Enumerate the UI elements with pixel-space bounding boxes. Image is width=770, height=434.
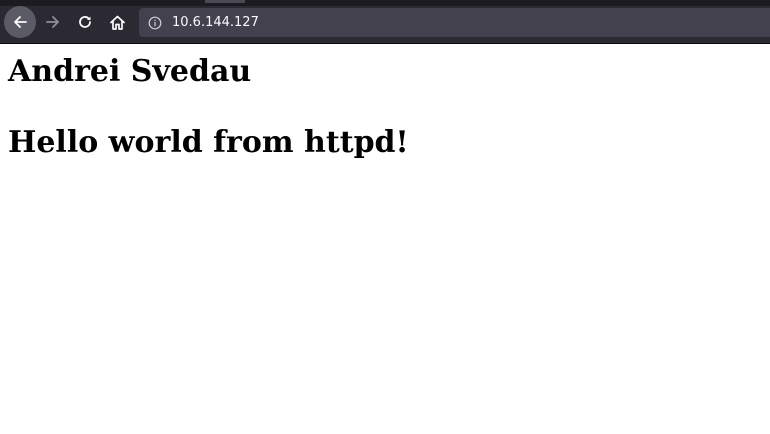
forward-button[interactable] xyxy=(38,7,68,37)
navigation-toolbar: 10.6.144.127 xyxy=(0,0,770,44)
back-button[interactable] xyxy=(4,6,36,38)
address-bar[interactable]: 10.6.144.127 xyxy=(139,8,770,37)
home-icon xyxy=(109,14,126,31)
reload-button[interactable] xyxy=(70,7,100,37)
url-text[interactable]: 10.6.144.127 xyxy=(172,15,259,30)
arrow-left-icon xyxy=(11,13,29,31)
info-icon[interactable] xyxy=(147,15,163,31)
page-content: Andrei Svedau Hello world from httpd! xyxy=(0,44,770,434)
active-tab[interactable] xyxy=(205,0,245,3)
tab-strip xyxy=(0,0,770,6)
reload-icon xyxy=(77,14,93,30)
browser-window: 10.6.144.127 Andrei Svedau Hello world f… xyxy=(0,0,770,434)
author-heading: Andrei Svedau xyxy=(8,54,252,89)
home-button[interactable] xyxy=(102,7,132,37)
arrow-right-icon xyxy=(44,13,62,31)
hello-heading: Hello world from httpd! xyxy=(8,125,409,160)
